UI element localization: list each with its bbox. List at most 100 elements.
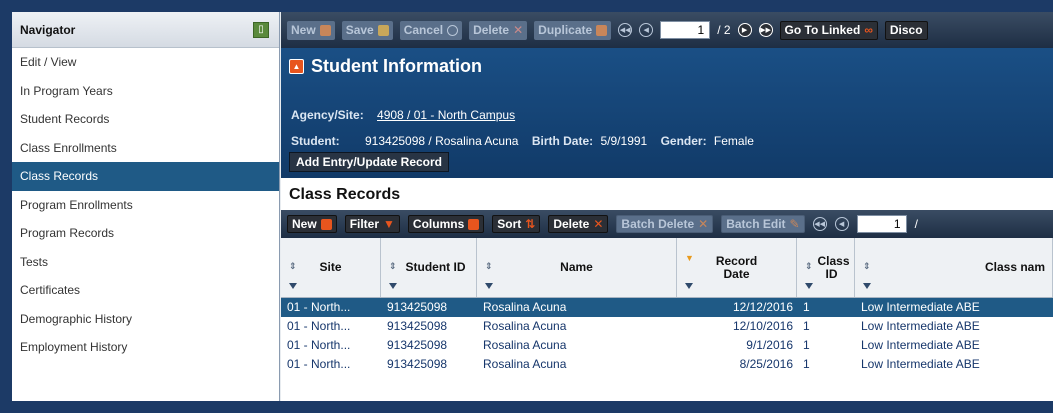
record-toolbar: New Save Cancel Delete ✕ Duplicate ◀◀ ◀ … <box>281 12 1053 48</box>
columns-label: Columns <box>412 217 465 231</box>
cell-class-name: Low Intermediate ABE <box>861 357 980 371</box>
cancel-button-label: Cancel <box>403 23 444 37</box>
nav-item-class-records[interactable]: Class Records <box>12 162 279 191</box>
filter-button[interactable]: Filter ▼ <box>344 215 400 233</box>
duplicate-button[interactable]: Duplicate <box>534 20 612 40</box>
add-entry-button[interactable]: Add Entry/Update Record <box>289 152 450 172</box>
nav-item-in-program-years[interactable]: In Program Years <box>12 77 279 106</box>
page-total: / 2 <box>717 23 731 37</box>
class-records-table: ⇕ Site ⇕ Student ID ⇕ Name ▼ Record Date <box>281 238 1053 374</box>
last-page-icon[interactable]: ▶▶ <box>758 23 773 37</box>
pin-icon[interactable]: ▯ <box>253 21 269 38</box>
batch-delete-icon: ✕ <box>698 217 709 231</box>
grid-page-input[interactable]: 1 <box>856 215 907 233</box>
sort-indicator-icon: ⇕ <box>389 261 397 271</box>
grid-new-button[interactable]: New <box>287 215 337 233</box>
column-header-record-date[interactable]: ▼ Record Date <box>677 238 797 297</box>
sort-indicator-icon: ⇕ <box>805 261 813 271</box>
link-icon: ∞ <box>864 23 873 37</box>
cell-name: Rosalina Acuna <box>483 357 567 371</box>
sort-indicator-icon: ⇕ <box>485 261 493 271</box>
cell-class-name: Low Intermediate ABE <box>861 338 980 352</box>
table-row[interactable]: 01 - North... 913425098 Rosalina Acuna 8… <box>281 355 1053 374</box>
batch-delete-label: Batch Delete <box>621 217 695 231</box>
grid-prev-page-icon[interactable]: ◀ <box>834 217 849 231</box>
birth-date-value: 5/9/1991 <box>600 134 648 148</box>
cell-record-date: 8/25/2016 <box>739 357 793 371</box>
go-to-linked-label: Go To Linked <box>784 23 861 37</box>
cell-class-id: 1 <box>803 357 810 371</box>
nav-item-student-records[interactable]: Student Records <box>12 105 279 134</box>
navigator-panel: Navigator ▯ Edit / View In Program Years… <box>12 12 280 401</box>
column-filter-icon[interactable] <box>805 283 813 289</box>
batch-edit-button[interactable]: Batch Edit ✎ <box>721 215 805 233</box>
duplicate-button-label: Duplicate <box>538 23 593 37</box>
cell-class-name: Low Intermediate ABE <box>861 300 980 314</box>
column-header-class-id[interactable]: ⇕ Class ID <box>797 238 855 297</box>
save-button[interactable]: Save <box>341 20 393 40</box>
column-header-class-name[interactable]: ⇕ Class nam <box>855 238 1053 297</box>
nav-item-certificates[interactable]: Certificates <box>12 276 279 305</box>
cancel-button[interactable]: Cancel <box>399 20 463 40</box>
table-row[interactable]: 01 - North... 913425098 Rosalina Acuna 1… <box>281 317 1053 336</box>
cell-student-id: 913425098 <box>387 319 448 333</box>
batch-edit-label: Batch Edit <box>726 217 786 231</box>
grid-delete-icon: ✕ <box>593 217 604 231</box>
nav-item-demographic-history[interactable]: Demographic History <box>12 305 279 334</box>
save-button-label: Save <box>345 23 374 37</box>
student-info-heading: ▲ Student Information <box>289 56 482 77</box>
student-label: Student: <box>291 134 340 148</box>
cell-name: Rosalina Acuna <box>483 300 567 314</box>
agency-link[interactable]: 4908 / 01 - North Campus <box>377 108 515 122</box>
prev-page-icon[interactable]: ◀ <box>639 23 654 37</box>
new-icon <box>319 24 331 36</box>
nav-item-tests[interactable]: Tests <box>12 248 279 277</box>
cell-site: 01 - North... <box>287 357 351 371</box>
navigator-list: Edit / View In Program Years Student Rec… <box>12 48 279 362</box>
grid-first-page-icon[interactable]: ◀◀ <box>812 217 827 231</box>
column-filter-icon[interactable] <box>485 283 493 289</box>
cell-student-id: 913425098 <box>387 357 448 371</box>
student-info-title: Student Information <box>311 56 482 76</box>
student-value: 913425098 / Rosalina Acuna <box>365 134 519 148</box>
column-header-label: Class nam <box>985 260 1046 274</box>
nav-item-program-enrollments[interactable]: Program Enrollments <box>12 191 279 220</box>
nav-item-program-records[interactable]: Program Records <box>12 219 279 248</box>
table-row[interactable]: 01 - North... 913425098 Rosalina Acuna 9… <box>281 336 1053 355</box>
discard-button[interactable]: Disco <box>884 20 928 40</box>
delete-button-label: Delete <box>473 23 510 37</box>
filter-label: Filter <box>349 217 380 231</box>
delete-button[interactable]: Delete ✕ <box>469 20 528 40</box>
next-page-icon[interactable]: ▶ <box>737 23 752 37</box>
column-header-site[interactable]: ⇕ Site <box>281 238 381 297</box>
sort-button[interactable]: Sort ⇅ <box>492 215 541 233</box>
nav-item-class-enrollments[interactable]: Class Enrollments <box>12 134 279 163</box>
column-filter-icon[interactable] <box>389 283 397 289</box>
column-header-student-id[interactable]: ⇕ Student ID <box>381 238 477 297</box>
batch-delete-button[interactable]: Batch Delete ✕ <box>616 215 714 233</box>
delete-icon: ✕ <box>513 23 524 37</box>
column-filter-icon[interactable] <box>289 283 297 289</box>
page-number-input[interactable]: 1 <box>660 21 711 39</box>
first-page-icon[interactable]: ◀◀ <box>618 23 633 37</box>
gender-label: Gender: <box>660 134 707 148</box>
column-filter-icon[interactable] <box>863 283 871 289</box>
grid-delete-button[interactable]: Delete ✕ <box>548 215 609 233</box>
cell-site: 01 - North... <box>287 338 351 352</box>
columns-button[interactable]: Columns <box>407 215 485 233</box>
column-header-name[interactable]: ⇕ Name <box>477 238 677 297</box>
grid-page-total: / <box>914 217 918 231</box>
column-header-label: Student ID <box>405 260 466 274</box>
cell-record-date: 9/1/2016 <box>746 338 793 352</box>
table-row[interactable]: 01 - North... 913425098 Rosalina Acuna 1… <box>281 298 1053 317</box>
app-window: Navigator ▯ Edit / View In Program Years… <box>12 12 1053 401</box>
cell-class-name: Low Intermediate ABE <box>861 319 980 333</box>
student-icon: ▲ <box>289 59 304 74</box>
nav-item-edit-view[interactable]: Edit / View <box>12 48 279 77</box>
new-button[interactable]: New <box>287 20 335 40</box>
birth-date-label: Birth Date: <box>531 134 594 148</box>
column-filter-icon[interactable] <box>685 283 693 289</box>
cell-site: 01 - North... <box>287 300 351 314</box>
nav-item-employment-history[interactable]: Employment History <box>12 333 279 362</box>
go-to-linked-button[interactable]: Go To Linked ∞ <box>779 20 878 40</box>
